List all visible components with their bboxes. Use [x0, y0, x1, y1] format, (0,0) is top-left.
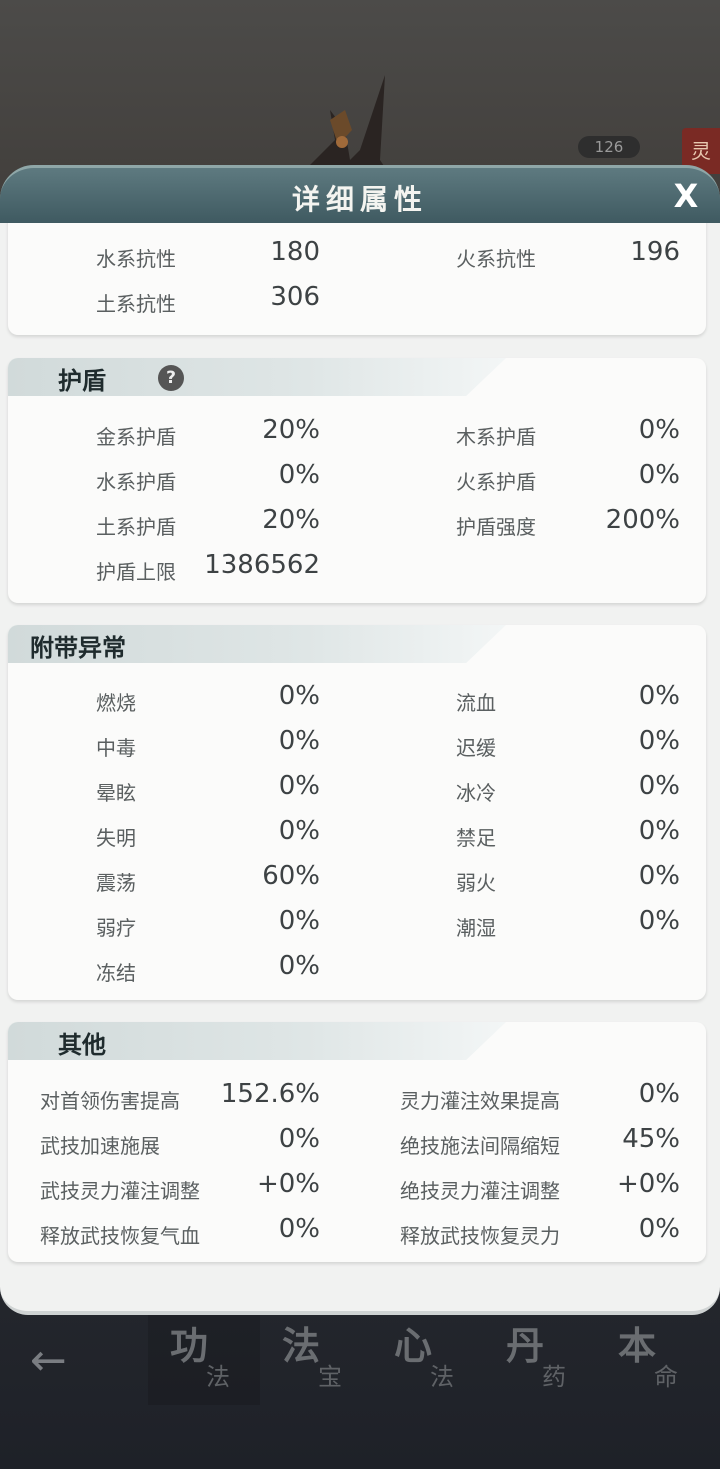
help-icon[interactable]: ?: [158, 365, 184, 391]
stat-value: 200%: [605, 505, 680, 535]
shield-card: 护盾 ? 金系护盾 20% 木系护盾 0% 水系护盾 0% 火系护盾 0% 土系…: [8, 358, 706, 603]
level-badge: 126: [578, 136, 640, 158]
tab-small-char: 命: [654, 1363, 678, 1391]
stat-value: 0%: [638, 771, 680, 801]
stat-value: 0%: [278, 460, 320, 490]
stat-label: 灵力灌注效果提高: [400, 1089, 560, 1113]
modal-header: 详细属性 X: [0, 165, 720, 223]
stat-value: 0%: [638, 1214, 680, 1244]
tab-small-char: 宝: [318, 1363, 342, 1391]
stat-value: 196: [630, 237, 680, 267]
stat-label: 火系抗性: [456, 247, 536, 271]
stat-value: 20%: [262, 505, 320, 535]
back-arrow-icon[interactable]: ←: [30, 1335, 67, 1386]
stat-label: 绝技灵力灌注调整: [400, 1179, 560, 1203]
stat-value: 0%: [638, 415, 680, 445]
stat-label: 晕眩: [96, 781, 136, 805]
stat-value: 0%: [278, 771, 320, 801]
stat-value: 0%: [278, 951, 320, 981]
modal-body: 水系抗性 180 火系抗性 196 土系抗性 306 护盾 ? 金系护盾 20%…: [0, 223, 720, 1315]
section-title: 附带异常: [30, 634, 126, 662]
tab-danyao[interactable]: 丹 药: [484, 1315, 596, 1405]
stat-value: 0%: [278, 726, 320, 756]
stat-label: 护盾强度: [456, 515, 536, 539]
stat-label: 释放武技恢复灵力: [400, 1224, 560, 1248]
stat-value: 20%: [262, 415, 320, 445]
stat-value: 306: [270, 282, 320, 312]
tab-big-char: 本: [618, 1324, 657, 1368]
stat-value: +0%: [616, 1169, 680, 1199]
stat-label: 水系抗性: [96, 247, 176, 271]
bottom-nav: ← 功 法 法 宝 心 法 丹 药 本 命: [0, 1315, 720, 1469]
stat-label: 中毒: [96, 736, 136, 760]
section-header: 护盾 ?: [8, 358, 506, 396]
other-stats-card: 其他 对首领伤害提高 152.6% 灵力灌注效果提高 0% 武技加速施展 0% …: [8, 1022, 706, 1262]
stat-value: 152.6%: [220, 1079, 320, 1109]
close-button[interactable]: X: [666, 176, 706, 216]
stat-value: 0%: [638, 681, 680, 711]
stat-value: 0%: [638, 816, 680, 846]
stat-label: 释放武技恢复气血: [40, 1224, 200, 1248]
stat-value: +0%: [256, 1169, 320, 1199]
section-title: 其他: [58, 1031, 106, 1059]
stat-value: 0%: [638, 861, 680, 891]
stat-label: 武技灵力灌注调整: [40, 1179, 200, 1203]
stat-label: 震荡: [96, 871, 136, 895]
stat-label: 冻结: [96, 961, 136, 985]
stat-value: 0%: [638, 1079, 680, 1109]
stat-label: 绝技施法间隔缩短: [400, 1134, 560, 1158]
tab-big-char: 功: [170, 1324, 209, 1368]
detail-attributes-modal: 详细属性 X 水系抗性 180 火系抗性 196 土系抗性 306 护盾 ? 金…: [0, 165, 720, 1315]
tab-small-char: 药: [542, 1363, 566, 1391]
section-title: 护盾: [58, 367, 106, 395]
stat-label: 对首领伤害提高: [40, 1089, 180, 1113]
stat-label: 土系抗性: [96, 292, 176, 316]
stat-label: 火系护盾: [456, 470, 536, 494]
stat-label: 潮湿: [456, 916, 496, 940]
stat-label: 燃烧: [96, 691, 136, 715]
stat-label: 木系护盾: [456, 425, 536, 449]
stat-label: 迟缓: [456, 736, 496, 760]
section-header: 附带异常: [8, 625, 506, 663]
stat-value: 60%: [262, 861, 320, 891]
tab-xinfa[interactable]: 心 法: [372, 1315, 484, 1405]
stat-value: 0%: [278, 906, 320, 936]
stat-label: 水系护盾: [96, 470, 176, 494]
stat-value: 0%: [638, 906, 680, 936]
stat-label: 武技加速施展: [40, 1134, 160, 1158]
stat-value: 45%: [622, 1124, 680, 1154]
tab-fabao[interactable]: 法 宝: [260, 1315, 372, 1405]
stat-value: 1386562: [204, 550, 320, 580]
stat-label: 弱火: [456, 871, 496, 895]
stat-label: 金系护盾: [96, 425, 176, 449]
abnormal-status-card: 附带异常 燃烧 0% 流血 0% 中毒 0% 迟缓 0% 晕眩 0% 冰冷 0%…: [8, 625, 706, 1000]
resistance-card: 水系抗性 180 火系抗性 196 土系抗性 306: [8, 223, 706, 335]
tab-gongfa[interactable]: 功 法: [148, 1315, 260, 1405]
stat-value: 180: [270, 237, 320, 267]
stat-label: 失明: [96, 826, 136, 850]
tab-big-char: 心: [394, 1324, 433, 1368]
stat-value: 0%: [278, 1124, 320, 1154]
tab-big-char: 法: [282, 1324, 321, 1368]
stat-value: 0%: [278, 681, 320, 711]
stat-label: 土系护盾: [96, 515, 176, 539]
tab-small-char: 法: [206, 1363, 230, 1391]
stat-value: 0%: [638, 460, 680, 490]
tab-small-char: 法: [430, 1363, 454, 1391]
modal-title: 详细属性: [291, 183, 428, 216]
tab-big-char: 丹: [506, 1324, 545, 1368]
stat-label: 冰冷: [456, 781, 496, 805]
stat-label: 禁足: [456, 826, 496, 850]
stat-value: 0%: [278, 816, 320, 846]
stat-label: 护盾上限: [96, 560, 176, 584]
stat-value: 0%: [278, 1214, 320, 1244]
stat-value: 0%: [638, 726, 680, 756]
section-header: 其他: [8, 1022, 506, 1060]
stat-label: 弱疗: [96, 916, 136, 940]
tab-benming[interactable]: 本 命: [596, 1315, 708, 1405]
stat-label: 流血: [456, 691, 496, 715]
